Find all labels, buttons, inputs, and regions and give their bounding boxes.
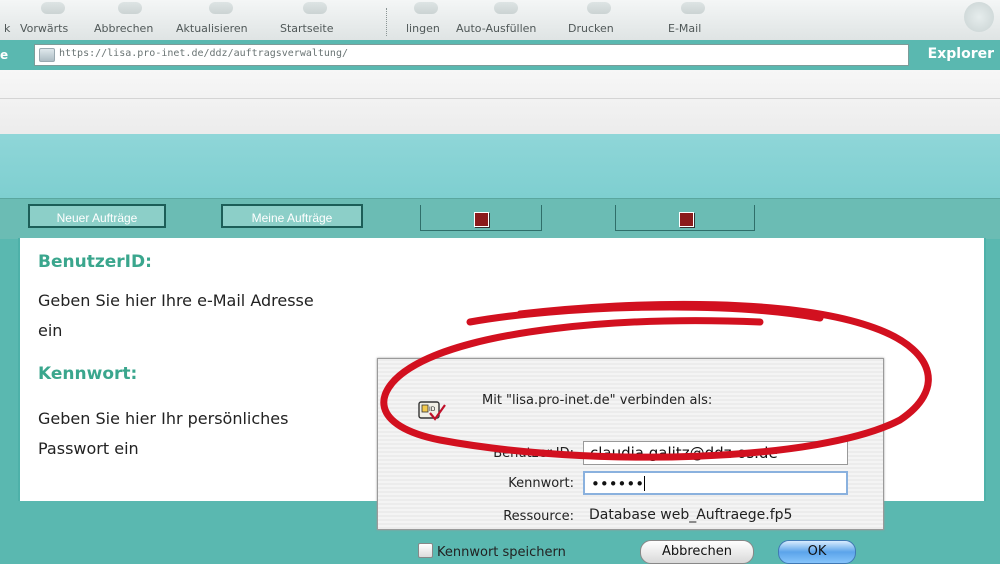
help-panel: BenutzerID: Geben Sie hier Ihre e-Mail A… [18, 238, 986, 564]
password-help-text: Geben Sie hier Ihr persönliches Passwort… [38, 409, 289, 458]
svg-text:ID: ID [429, 406, 436, 413]
home-icon [303, 2, 327, 14]
broken-image-icon[interactable] [679, 212, 694, 227]
user-id-heading: BenutzerID: [38, 252, 152, 272]
header-band [0, 134, 1000, 198]
dialog-message: Mit "lisa.pro-inet.de" verbinden als: [482, 393, 713, 408]
toolbar-email-button[interactable]: E-Mail [668, 0, 718, 40]
toolbar-back-button[interactable]: k [0, 0, 14, 40]
toolbar-autofill-button[interactable]: Auto-Ausfüllen [456, 0, 556, 40]
history-icon [414, 2, 438, 14]
toolbar-history-button[interactable]: lingen [406, 0, 446, 40]
page-icon [39, 48, 55, 62]
email-icon [681, 2, 705, 14]
page-header-area [0, 70, 1000, 134]
page-content: Neuer Aufträge Meine Aufträge BenutzerID… [0, 70, 1000, 564]
toolbar-print-label: Drucken [568, 22, 614, 35]
user-id-help-text: Geben Sie hier Ihre e-Mail Adresse ein [38, 291, 314, 340]
refresh-icon [209, 2, 233, 14]
url-input[interactable]: https://lisa.pro-inet.de/ddz/auftragsver… [34, 44, 909, 66]
divider [0, 98, 1000, 99]
user-id-field[interactable]: claudia.galitz@ddz-os.de [583, 441, 848, 465]
browser-logo-icon [964, 2, 994, 32]
toolbar-history-label: lingen [406, 22, 440, 35]
ok-button[interactable]: OK [778, 540, 856, 564]
login-dialog: ID Mit "lisa.pro-inet.de" verbinden als:… [377, 358, 884, 564]
save-password-label: Kennwort speichern [437, 545, 566, 560]
password-heading: Kennwort: [38, 364, 138, 384]
url-text: https://lisa.pro-inet.de/ddz/auftragsver… [59, 48, 348, 59]
save-password-checkbox[interactable]: Kennwort speichern [418, 543, 566, 560]
toolbar-stop-label: Abbrechen [94, 22, 154, 35]
toolbar-refresh-button[interactable]: Aktualisieren [176, 0, 266, 40]
nav-cell [420, 205, 542, 231]
browser-toolbar: k Vorwärts Abbrechen Aktualisieren Start… [0, 0, 1000, 41]
nav-cell [615, 205, 755, 231]
toolbar-separator [386, 8, 388, 36]
new-orders-button[interactable]: Neuer Aufträge [28, 204, 166, 228]
address-label: e [0, 48, 9, 62]
nav-strip: Neuer Aufträge Meine Aufträge [0, 198, 1000, 239]
cancel-button[interactable]: Abbrechen [640, 540, 754, 564]
autofill-icon [494, 2, 518, 14]
toolbar-forward-button[interactable]: Vorwärts [20, 0, 86, 40]
forward-icon [41, 2, 65, 14]
toolbar-back-label: k [4, 22, 11, 35]
user-id-label: Benutzer-ID: [493, 446, 574, 461]
toolbar-forward-label: Vorwärts [20, 22, 69, 35]
stop-icon [118, 2, 142, 14]
toolbar-autofill-label: Auto-Ausfüllen [456, 22, 537, 35]
toolbar-email-label: E-Mail [668, 22, 702, 35]
resource-value: Database web_Auftraege.fp5 [589, 507, 793, 523]
toolbar-print-button[interactable]: Drucken [568, 0, 630, 40]
explorer-label: Explorer [927, 46, 994, 62]
keychain-icon: ID [418, 401, 446, 421]
password-label: Kennwort: [508, 476, 574, 491]
resource-label: Ressource: [503, 509, 574, 524]
password-value: •••••• [591, 475, 645, 493]
print-icon [587, 2, 611, 14]
toolbar-home-label: Startseite [280, 22, 334, 35]
my-orders-button[interactable]: Meine Aufträge [221, 204, 363, 228]
address-bar: e https://lisa.pro-inet.de/ddz/auftragsv… [0, 40, 1000, 70]
toolbar-refresh-label: Aktualisieren [176, 22, 248, 35]
toolbar-home-button[interactable]: Startseite [280, 0, 350, 40]
password-field[interactable]: •••••• [583, 471, 848, 495]
checkbox-icon [418, 543, 433, 558]
browser-window: k Vorwärts Abbrechen Aktualisieren Start… [0, 0, 1000, 564]
toolbar-stop-button[interactable]: Abbrechen [94, 0, 166, 40]
text-cursor [644, 476, 646, 491]
broken-image-icon[interactable] [474, 212, 489, 227]
